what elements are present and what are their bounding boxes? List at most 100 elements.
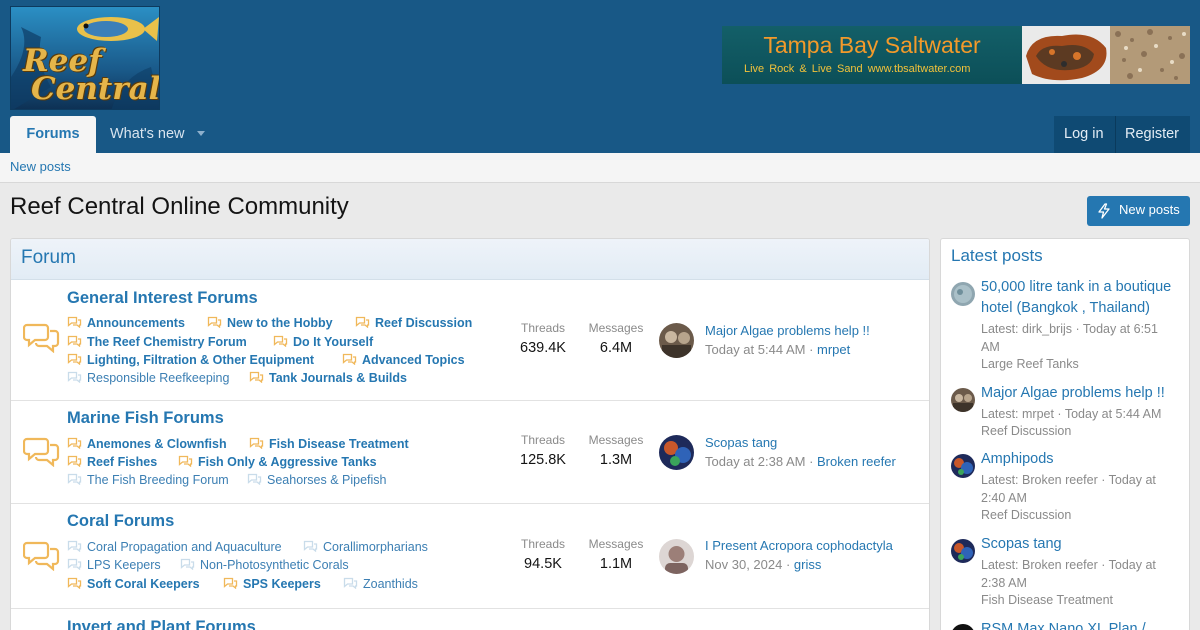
subforum-link[interactable]: Corallimorpharians (303, 540, 428, 554)
subforum-label: Tank Journals & Builds (269, 371, 407, 385)
avatar[interactable] (951, 388, 975, 412)
subforum-link[interactable]: Fish Disease Treatment (249, 437, 409, 451)
avatar[interactable] (659, 323, 694, 358)
subforum-label: Advanced Topics (362, 353, 465, 367)
subforum-link[interactable]: The Fish Breeding Forum (67, 473, 229, 487)
subforum-link[interactable]: Fish Only & Aggressive Tanks (178, 455, 377, 469)
last-post-time: Today at 2:38 AM (705, 454, 806, 469)
latest-post-meta: Latest: dirk_brijs · Today at 6:51 AM (981, 322, 1158, 354)
subforum-link[interactable]: Do It Yourself (273, 335, 373, 349)
messages-count: 1.1M (599, 556, 633, 572)
subforum-link[interactable]: Non-Photosynthetic Corals (180, 558, 349, 572)
latest-post-title[interactable]: Amphipods (981, 449, 1181, 470)
account-divider (1115, 116, 1116, 153)
tab-whats-new[interactable]: What's new (110, 116, 185, 153)
forum-list-title[interactable]: Forum (21, 247, 76, 269)
register-link[interactable]: Register (1125, 116, 1179, 152)
subforum-read-icon (67, 473, 82, 485)
ad-banner-text-area: Tampa Bay Saltwater Live Rock & Live San… (722, 26, 1022, 84)
last-post-title[interactable]: Scopas tang (705, 435, 777, 450)
new-posts-button[interactable]: New posts (1087, 196, 1190, 226)
subforum-link[interactable]: LPS Keepers (67, 558, 161, 572)
subforum-unread-icon (249, 437, 264, 449)
last-post-title[interactable]: I Present Acropora cophodactyla (705, 538, 893, 553)
last-post-title[interactable]: Major Algae problems help !! (705, 323, 870, 338)
subforum-read-icon (247, 473, 262, 485)
latest-posts-title[interactable]: Latest posts (951, 246, 1043, 266)
latest-post-forum[interactable]: Reef Discussion (981, 424, 1071, 438)
avatar[interactable] (659, 539, 694, 574)
subforum-unread-icon (67, 353, 82, 365)
latest-post-title[interactable]: Major Algae problems help !! (981, 383, 1181, 404)
subforum-link[interactable]: Coral Propagation and Aquaculture (67, 540, 282, 554)
forum-unread-icon (23, 323, 60, 353)
latest-post-title[interactable]: RSM Max Nano XL Plan / (981, 619, 1181, 630)
subforum-label: Zoanthids (363, 577, 418, 591)
subforum-link[interactable]: Zoanthids (343, 577, 418, 591)
subforum-link[interactable]: Announcements (67, 316, 185, 330)
avatar[interactable] (659, 435, 694, 470)
latest-post-forum[interactable]: Large Reef Tanks (981, 357, 1079, 371)
subforum-link[interactable]: Soft Coral Keepers (67, 577, 200, 591)
subforum-label: Coral Propagation and Aquaculture (87, 540, 282, 554)
avatar[interactable] (951, 539, 975, 563)
lightning-bolt-icon (1098, 203, 1110, 219)
last-post-meta: Today at 2:38 AM · Broken reefer (705, 454, 896, 469)
forum-node-title[interactable]: Coral Forums (67, 512, 174, 531)
subforum-label: Soft Coral Keepers (87, 577, 200, 591)
forum-unread-icon (23, 541, 60, 571)
forum-node-title[interactable]: General Interest Forums (67, 289, 258, 308)
latest-post-forum[interactable]: Fish Disease Treatment (981, 593, 1113, 607)
avatar[interactable] (951, 624, 975, 630)
last-post-user[interactable]: Broken reefer (817, 454, 896, 469)
last-post-meta: Today at 5:44 AM · mrpet (705, 342, 851, 357)
subforum-unread-icon (207, 316, 222, 328)
subforum-link[interactable]: Advanced Topics (342, 353, 465, 367)
subnav-new-posts-link[interactable]: New posts (10, 153, 71, 181)
subforum-label: The Reef Chemistry Forum (87, 335, 247, 349)
subforum-link[interactable]: Responsible Reefkeeping (67, 371, 229, 385)
site-logo[interactable]: Reef Central (10, 6, 160, 110)
ad-banner[interactable]: Tampa Bay Saltwater Live Rock & Live San… (722, 26, 1190, 84)
subforum-label: New to the Hobby (227, 316, 333, 330)
messages-count: 1.3M (599, 452, 633, 468)
subforum-label: Reef Discussion (375, 316, 473, 330)
ad-title: Tampa Bay Saltwater (763, 32, 981, 58)
latest-post-forum[interactable]: Reef Discussion (981, 508, 1071, 522)
subforum-link[interactable]: Reef Discussion (355, 316, 472, 330)
last-post-user[interactable]: griss (794, 557, 821, 572)
chevron-down-icon[interactable] (197, 131, 205, 136)
subforum-label: Lighting, Filtration & Other Equipment (87, 353, 315, 367)
subforum-label: Do It Yourself (293, 335, 374, 349)
subforum-unread-icon (273, 335, 288, 347)
subforum-link[interactable]: Lighting, Filtration & Other Equipment (67, 353, 314, 367)
subforum-link[interactable]: Seahorses & Pipefish (247, 473, 387, 487)
subforum-label: Announcements (87, 316, 185, 330)
avatar[interactable] (951, 454, 975, 478)
latest-post-title[interactable]: Scopas tang (981, 534, 1181, 555)
subforum-label: SPS Keepers (243, 577, 321, 591)
subforum-link[interactable]: Tank Journals & Builds (249, 371, 407, 385)
tab-forums[interactable]: Forums (10, 116, 96, 153)
last-post-time: Today at 5:44 AM (705, 342, 806, 357)
subforum-link[interactable]: Anemones & Clownfish (67, 437, 227, 451)
subforum-link[interactable]: New to the Hobby (207, 316, 333, 330)
subforum-link[interactable]: SPS Keepers (223, 577, 321, 591)
forum-node-coral: Coral Forums Coral Propagation and Aquac… (11, 505, 929, 609)
avatar[interactable] (951, 282, 975, 306)
forum-node-title[interactable]: Marine Fish Forums (67, 409, 224, 428)
subforum-unread-icon (67, 335, 82, 347)
forum-node-marine-fish: Marine Fish Forums Anemones & Clownfish … (11, 402, 929, 504)
threads-count: 125.8K (520, 452, 566, 468)
subforum-label: Fish Disease Treatment (269, 437, 409, 451)
subforum-link[interactable]: Reef Fishes (67, 455, 157, 469)
subforum-unread-icon (67, 455, 82, 467)
messages-count: 6.4M (599, 340, 633, 356)
subforum-link[interactable]: The Reef Chemistry Forum (67, 335, 247, 349)
subforum-read-icon (343, 577, 358, 589)
last-post-user[interactable]: mrpet (817, 342, 850, 357)
login-link[interactable]: Log in (1064, 116, 1104, 152)
subforum-label: Corallimorpharians (323, 540, 428, 554)
latest-post-title[interactable]: 50,000 litre tank in a boutique hotel (B… (981, 277, 1181, 319)
forum-node-title[interactable]: Invert and Plant Forums (67, 618, 256, 630)
